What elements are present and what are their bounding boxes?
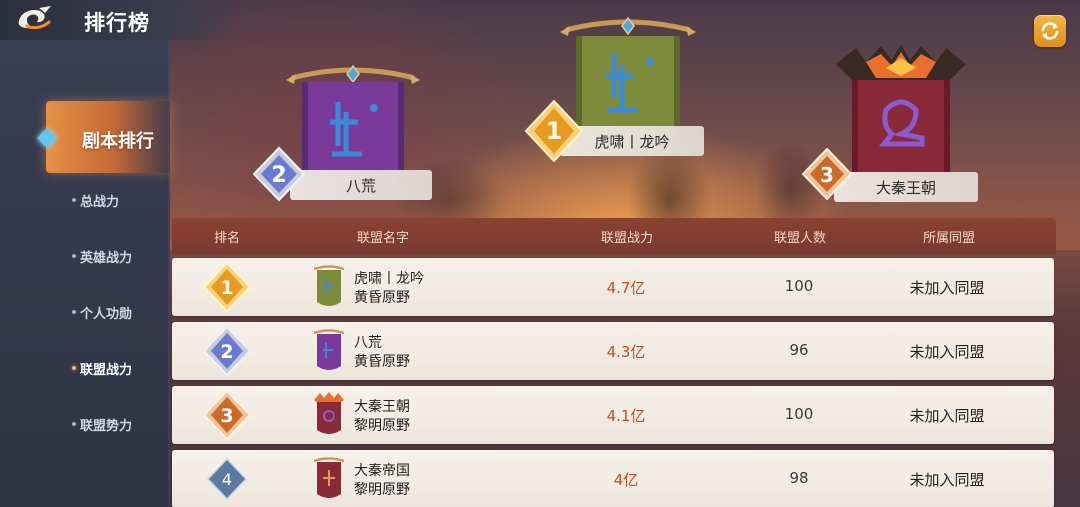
bullet-icon [72,310,76,314]
flag-icon [312,328,346,374]
column-header-member-count: 联盟人数 [773,231,827,246]
table-row[interactable]: 1 虎啸丨龙吟 黄昏原野 4.7亿 100 未加入同盟 [172,258,1054,316]
bullet-icon [72,366,76,370]
sidebar-item-alliance-power[interactable]: 联盟战力 [0,349,170,389]
sidebar-item-hero-power[interactable]: 英雄战力 [0,237,170,277]
rank-badge-icon: 4 [200,454,254,504]
gold-medal-icon: 1 [200,261,254,313]
member-count: 100 [784,405,814,423]
rank-number: 1 [220,277,233,299]
alliance-region: 黄昏原野 [354,290,410,306]
rank-number: 4 [222,470,232,489]
back-swirl-icon [18,6,51,30]
medal-rank-text: 2 [271,163,286,188]
flag-icon [312,456,346,502]
alliance-power: 4.1亿 [606,407,646,425]
table-row[interactable]: 2 八荒 黄昏原野 4.3亿 96 未加入同盟 [172,322,1054,380]
sidebar-section-label: 剧本排行 [82,131,154,152]
alliance-power: 4.3亿 [606,343,646,361]
column-header-alliance-power: 联盟战力 [600,231,654,246]
alliance-power: 4.7亿 [606,279,646,297]
member-count: 98 [789,469,809,487]
sidebar-item-total-power[interactable]: 总战力 [0,181,170,221]
bullet-icon [72,198,76,202]
podium-second-name: 八荒 [290,170,432,200]
alliance-region: 黎明原野 [354,482,410,498]
column-header-affiliated-league: 所属同盟 [922,231,976,246]
alliance-name: 虎啸丨龙吟 [354,271,424,287]
silver-medal-icon: 2 [200,325,254,377]
sidebar-item-label: 个人功勋 [80,307,133,322]
member-count: 100 [784,277,814,295]
bullet-icon [72,254,76,258]
bronze-medal-icon: 3 [200,389,254,441]
column-header-rank: 排名 [213,231,241,246]
sidebar-item-label: 总战力 [80,195,120,210]
affiliated-league: 未加入同盟 [909,471,985,489]
alliance-name: 大秦王朝 [354,399,410,415]
rank-number: 2 [220,341,233,363]
refresh-icon [1041,22,1059,40]
table-row[interactable]: 3 大秦王朝 黎明原野 4.1亿 100 未加入同盟 [172,386,1054,444]
page-title: 排行榜 [84,11,150,35]
refresh-button[interactable] [1034,15,1066,47]
medal-rank-text: 1 [546,117,563,145]
rank-number: 3 [220,405,233,427]
table-row[interactable]: 4 大秦帝国 黎明原野 4亿 98 未加入同盟 [172,450,1054,507]
alliance-name: 大秦帝国 [354,463,410,479]
medal-rank-text: 3 [820,163,834,187]
member-count: 96 [789,341,809,359]
flag-icon [312,264,346,310]
alliance-region: 黎明原野 [354,418,410,434]
silver-medal-icon: 2 [250,146,308,202]
alliance-name: 八荒 [354,335,382,351]
alliance-region: 黄昏原野 [354,354,410,370]
gold-medal-icon: 1 [522,99,586,163]
bronze-medal-icon: 3 [800,147,854,201]
column-header-alliance-name: 联盟名字 [356,231,410,246]
title-bar: 排行榜 [0,0,240,40]
affiliated-league: 未加入同盟 [909,279,985,297]
sidebar-item-alliance-influence[interactable]: 联盟势力 [0,405,170,445]
back-button[interactable] [8,2,58,36]
sidebar-item-label: 英雄战力 [80,251,133,266]
alliance-power: 4亿 [613,471,639,489]
table-header: 排名 联盟名字 联盟战力 联盟人数 所属同盟 [172,218,1056,254]
sidebar-item-label: 联盟战力 [80,363,133,378]
bullet-icon [72,422,76,426]
sidebar-item-personal-merit[interactable]: 个人功勋 [0,293,170,333]
sidebar-item-label: 联盟势力 [80,419,133,434]
affiliated-league: 未加入同盟 [909,407,985,425]
flag-icon [312,392,346,438]
affiliated-league: 未加入同盟 [909,343,985,361]
podium-third-name: 大秦王朝 [834,172,978,202]
